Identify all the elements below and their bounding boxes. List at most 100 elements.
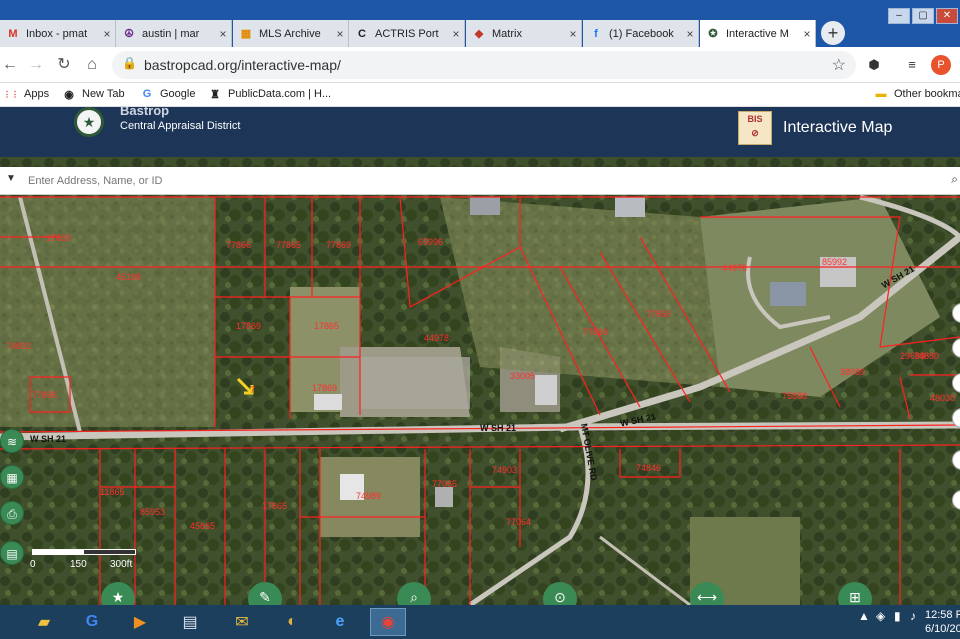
bookmark-item[interactable]: ♜ PublicData.com | H... (208, 87, 331, 101)
parcel-id-label[interactable]: 48030 (930, 393, 955, 403)
parcel-id-label[interactable]: 77866 (226, 240, 251, 250)
bis-logo-text: BIS (747, 114, 763, 124)
browser-tab[interactable]: ☮ austin | mar × (116, 20, 232, 47)
parcel-id-label[interactable]: 75888 (782, 391, 807, 401)
map-canvas[interactable]: W SH 21 W SH 21 W SH 21 W SH 21 MT OLIVE… (0, 157, 960, 605)
home-icon[interactable]: ⌂ (82, 55, 102, 75)
parcel-id-label[interactable]: 74989 (356, 491, 381, 501)
back-arrow-icon[interactable]: ← (0, 55, 20, 75)
address-bar-row: ← → ↻ ⌂ 🔒 bastropcad.org/interactive-map… (0, 47, 960, 83)
parcel-id-label[interactable]: 65996 (418, 237, 443, 247)
parcel-id-label[interactable]: 74880 (914, 351, 939, 361)
bookmark-star-icon[interactable]: ☆ (832, 55, 846, 75)
parcel-id-label[interactable]: 17865 (262, 501, 287, 511)
chrome-icon[interactable]: G (74, 608, 110, 636)
basemap-grid-button[interactable]: ▦ (0, 465, 24, 489)
compass-icon: ⊘ (751, 128, 759, 138)
print-button[interactable]: ⎙ (0, 501, 24, 525)
tab-close-icon[interactable]: × (565, 27, 581, 41)
browser-tab[interactable]: ◆ Matrix × (466, 20, 582, 47)
ie-icon[interactable]: e (322, 608, 358, 636)
url-text[interactable]: bastropcad.org/interactive-map/ (144, 57, 341, 73)
search-icon[interactable]: ⌕ (951, 172, 958, 187)
folder-icon: ▬ (875, 88, 887, 100)
extension-icon[interactable]: ⬢ (864, 55, 884, 75)
parcel-id-label[interactable]: 74903 (492, 465, 517, 475)
lock-icon: 🔒 (122, 56, 137, 70)
reload-icon[interactable]: ↻ (54, 55, 74, 75)
bookmark-item[interactable]: G Google (140, 87, 196, 101)
parcel-id-label[interactable]: 74846 (636, 463, 661, 473)
minimize-button[interactable]: – (888, 8, 910, 24)
explorer-icon[interactable]: ▰ (26, 608, 62, 636)
tab-close-icon[interactable]: × (99, 27, 115, 41)
parcel-id-label[interactable]: 17869 (46, 233, 71, 243)
browser-tab[interactable]: C ACTRIS Port × (349, 20, 465, 47)
files-icon[interactable]: ▤ (172, 608, 208, 636)
search-input[interactable] (28, 170, 938, 192)
parcel-id-label[interactable]: 45198 (116, 272, 141, 282)
parcel-id-label[interactable]: 45865 (190, 521, 215, 531)
tab-close-icon[interactable]: × (332, 27, 348, 41)
parcel-id-label[interactable]: 77895 (32, 390, 57, 400)
parcel-id-label[interactable]: 85992 (822, 257, 847, 267)
table-button[interactable]: ▤ (0, 541, 24, 565)
browser-tab[interactable]: ▦ MLS Archive × (233, 20, 349, 47)
site-title: Bastrop (120, 103, 170, 118)
tab-close-icon[interactable]: × (799, 27, 815, 41)
outlook-icon[interactable]: ✉ (224, 608, 260, 636)
forward-arrow-icon[interactable]: → (26, 55, 46, 75)
tab-close-icon[interactable]: × (448, 27, 464, 41)
search-type-dropdown-icon[interactable]: ▼ (6, 173, 16, 184)
parcel-id-label[interactable]: 17869 (236, 321, 261, 331)
tray-network-icon[interactable]: ▮ (894, 609, 901, 623)
media-player-icon[interactable]: ▶ (122, 608, 158, 636)
scale-label: 150 (70, 559, 87, 570)
tray-volume-icon[interactable]: ♪ (910, 609, 916, 623)
close-window-button[interactable]: ✕ (936, 8, 958, 24)
parcel-id-label[interactable]: 17865 (314, 321, 339, 331)
taskbar-clock[interactable]: 12:58 PM 6/10/2019 (925, 608, 960, 636)
mls-icon: ▦ (240, 28, 252, 40)
parcel-id-label[interactable]: 33005 (510, 371, 535, 381)
parcel-id-label[interactable]: 77869 (326, 240, 351, 250)
bookmark-item[interactable]: ⋮⋮ Apps (3, 87, 49, 101)
parcel-id-label[interactable]: 11865 (100, 487, 124, 497)
tray-dropbox-icon[interactable]: ◈ (876, 609, 885, 623)
parcel-id-label[interactable]: 77865 (276, 240, 301, 250)
layers-button[interactable]: ≋ (0, 429, 24, 453)
tab-title: Inbox - pmat (26, 27, 88, 40)
parcel-id-label[interactable]: 74802 (6, 341, 31, 351)
other-bookmarks[interactable]: ▬ Other bookmarks (874, 87, 960, 101)
scale-bar-graphic (32, 549, 136, 555)
browser-tab[interactable]: ✪ Interactive M × (700, 20, 816, 47)
parcel-id-label[interactable]: 44978 (424, 333, 449, 343)
tab-close-icon[interactable]: × (682, 27, 698, 41)
clock-date: 6/10/2019 (925, 623, 960, 635)
parcel-id-label[interactable]: 77866 (583, 327, 608, 337)
paint-icon[interactable]: ◐ (274, 608, 310, 636)
other-bookmarks-label: Other bookmarks (894, 88, 960, 100)
bookmark-item[interactable]: ◉ New Tab (62, 87, 124, 101)
road-label: W SH 21 (30, 434, 67, 444)
profile-avatar[interactable]: P (931, 55, 951, 75)
new-tab-button[interactable]: + (821, 21, 845, 45)
chrome-active-icon[interactable]: ◉ (370, 608, 406, 636)
parcel-id-label[interactable]: 7 (250, 385, 255, 395)
parcel-id-label[interactable]: 77065 (432, 479, 457, 489)
tab-title: MLS Archive (259, 27, 321, 40)
media-queue-icon[interactable]: ≡ (902, 55, 922, 75)
maximize-button[interactable]: ▢ (912, 8, 934, 24)
parcel-id-label[interactable]: 85953 (140, 507, 165, 517)
apps-icon: ⋮⋮ (3, 89, 19, 99)
tab-close-icon[interactable]: × (215, 27, 231, 41)
parcel-id-label[interactable]: 77064 (506, 517, 531, 527)
browser-tab[interactable]: M Inbox - pmat × (0, 20, 116, 47)
url-omnibox[interactable]: 🔒 bastropcad.org/interactive-map/ ☆ (112, 51, 856, 79)
parcel-id-label[interactable]: 77860 (646, 309, 671, 319)
browser-tab[interactable]: f (1) Facebook × (583, 20, 699, 47)
tray-up-arrow-icon[interactable]: ▲ (858, 609, 870, 623)
parcel-id-label[interactable]: 17869 (312, 383, 337, 393)
parcel-id-label[interactable]: 38989 (840, 367, 865, 377)
parcel-id-label[interactable]: 44978 (722, 263, 747, 273)
